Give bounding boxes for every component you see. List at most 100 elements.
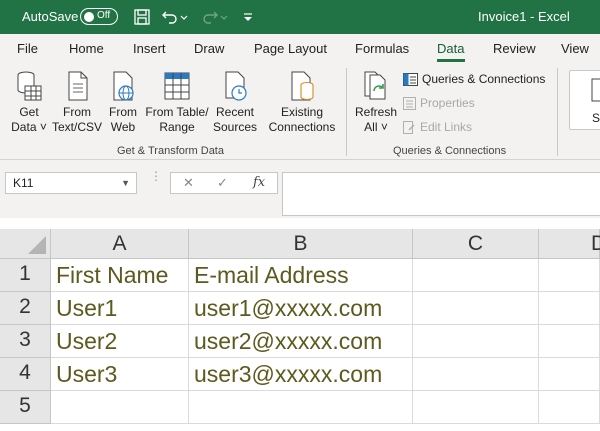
cell-c3[interactable] [413,325,539,358]
existing-connections-label-2: Connections [268,120,336,134]
cell-a1[interactable]: First Name [51,259,189,292]
undo-dropdown-icon[interactable] [178,7,190,27]
tab-view[interactable]: View [561,41,589,56]
tab-review[interactable]: Review [493,41,536,56]
ribbon: Get Data ˅ From Text/CSV From Web From T… [0,62,600,160]
tab-formulas[interactable]: Formulas [355,41,409,56]
recent-sources-button[interactable]: Recent Sources [210,70,260,135]
table-icon [164,72,190,100]
properties-icon [403,96,416,110]
recent-clock-icon [225,71,247,101]
autosave-state: Off [97,10,111,21]
database-table-icon [17,71,42,101]
from-table-range-button[interactable]: From Table/ Range [144,70,210,135]
from-text-csv-label-2: Text/CSV [52,120,103,134]
row-header-2[interactable]: 2 [0,292,51,325]
grid-gap [0,218,600,229]
cell-a3[interactable]: User2 [51,325,189,358]
row-header-1[interactable]: 1 [0,259,51,292]
from-table-range-label-1: From Table/ [145,105,209,119]
cell-b4[interactable]: user3@xxxxx.com [189,358,413,391]
column-header-c[interactable]: C [413,229,539,259]
column-header-a[interactable]: A [51,229,189,259]
group-separator [557,68,558,156]
tab-draw[interactable]: Draw [194,41,224,56]
redo-icon[interactable] [200,7,220,27]
splitter-dots[interactable]: ⋮ [150,170,162,182]
cell-b1[interactable]: E-mail Address [189,259,413,292]
cell-a5[interactable] [51,391,189,424]
redo-dropdown-icon [220,15,228,20]
connection-icon [291,71,314,101]
customize-qat-icon[interactable] [238,7,258,27]
worksheet-grid[interactable]: A B C D 1 2 3 4 5 First Name E-mail Addr… [0,229,600,431]
cell-c1[interactable] [413,259,539,292]
cell-b5[interactable] [189,391,413,424]
tab-data[interactable]: Data [437,41,464,56]
partial-ribbon-button[interactable]: St [569,70,600,130]
web-page-icon [113,71,134,101]
from-web-label-2: Web [110,120,136,134]
document-title: Invoice1 - Excel [478,9,570,24]
edit-links-button: Edit Links [403,120,472,134]
edit-links-icon [403,120,415,134]
existing-connections-button[interactable]: Existing Connections [266,70,338,135]
from-web-label-1: From [109,105,137,119]
cell-c4[interactable] [413,358,539,391]
partial-button-icon [591,78,600,102]
recent-sources-label-1: Recent [215,105,255,119]
cancel-icon[interactable]: ✕ [183,175,194,191]
tab-page-layout[interactable]: Page Layout [254,41,327,56]
row-header-4[interactable]: 4 [0,358,51,391]
autosave-label: AutoSave [22,9,79,24]
from-text-csv-button[interactable]: From Text/CSV [52,70,102,135]
refresh-icon [364,71,386,100]
tab-insert[interactable]: Insert [133,41,166,56]
save-icon[interactable] [132,7,152,27]
column-header-d[interactable]: D [539,229,600,259]
cell-d1[interactable] [539,259,600,292]
cell-a4[interactable]: User3 [51,358,189,391]
enter-icon[interactable]: ✓ [217,175,228,191]
cell-d2[interactable] [539,292,600,325]
from-web-button[interactable]: From Web [104,70,142,135]
queries-connections-button[interactable]: Queries & Connections [403,72,545,86]
select-all-triangle [28,236,46,254]
recent-sources-label-2: Sources [212,120,258,134]
cell-d5[interactable] [539,391,600,424]
formula-bar-area: K11 ▼ ⋮ ✕ ✓ fx [0,160,600,218]
properties-button: Properties [403,96,475,110]
formula-input[interactable] [282,172,600,216]
row-header-3[interactable]: 3 [0,325,51,358]
cell-d3[interactable] [539,325,600,358]
formula-buttons: ✕ ✓ fx [170,172,278,194]
row-header-5[interactable]: 5 [0,391,51,424]
autosave-toggle[interactable]: Off [80,8,118,25]
get-data-label-1: Get [19,105,39,119]
cell-c5[interactable] [413,391,539,424]
undo-icon[interactable] [160,7,180,27]
cell-b2[interactable]: user1@xxxxx.com [189,292,413,325]
from-table-range-label-2: Range [159,120,195,134]
cell-c2[interactable] [413,292,539,325]
select-all-button[interactable] [0,229,51,259]
tab-home[interactable]: Home [69,41,104,56]
existing-connections-label-1: Existing [280,105,324,119]
get-data-label-2: Data ˅ [11,120,47,134]
chevron-down-icon[interactable]: ▼ [121,178,130,188]
properties-label: Properties [420,96,475,110]
cell-a2[interactable]: User1 [51,292,189,325]
name-box[interactable]: K11 ▼ [5,172,137,194]
tab-file[interactable]: File [17,41,38,56]
name-box-value: K11 [13,176,34,190]
column-header-b[interactable]: B [189,229,413,259]
get-data-button[interactable]: Get Data ˅ [8,70,50,135]
group-separator [346,68,347,156]
cell-b3[interactable]: user2@xxxxx.com [189,325,413,358]
text-file-icon [68,71,88,101]
insert-function-icon[interactable]: fx [253,175,265,190]
toggle-knob [84,11,94,22]
refresh-all-button[interactable]: Refresh All ˅ [354,70,398,135]
cell-d4[interactable] [539,358,600,391]
queries-pane-icon [403,72,418,86]
